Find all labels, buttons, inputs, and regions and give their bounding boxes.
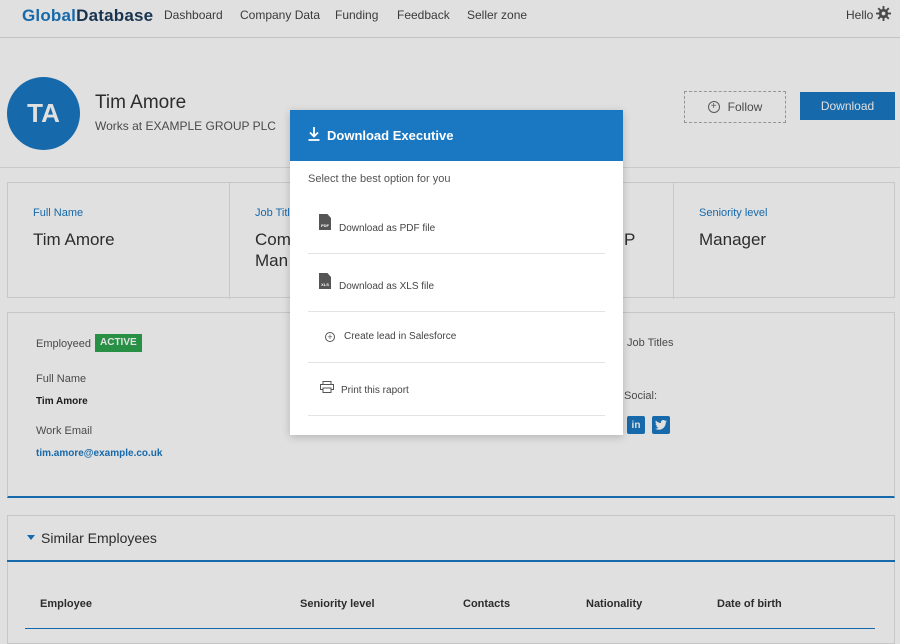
circle-plus-icon: + <box>325 332 335 342</box>
modal-title: Download Executive <box>327 128 454 143</box>
option-download-pdf[interactable]: PDF Download as PDF file <box>308 202 605 254</box>
option-print[interactable]: Print this raport <box>308 363 605 416</box>
option-label: Download as XLS file <box>339 281 435 292</box>
printer-icon <box>320 381 334 393</box>
download-modal: Download Executive Select the best optio… <box>290 110 623 435</box>
modal-header: Download Executive <box>290 110 623 161</box>
option-create-lead-salesforce[interactable]: + Create lead in Salesforce <box>308 312 605 363</box>
option-download-xls[interactable]: XLS Download as XLS file <box>308 254 605 312</box>
pdf-file-icon: PDF <box>319 214 331 230</box>
option-label: Create lead in Salesforce <box>344 331 457 342</box>
download-icon <box>308 127 320 141</box>
option-label: Download as PDF file <box>339 223 436 234</box>
xls-file-icon: XLS <box>319 273 331 289</box>
option-label: Print this raport <box>341 385 409 396</box>
modal-subtitle: Select the best option for you <box>308 173 451 185</box>
